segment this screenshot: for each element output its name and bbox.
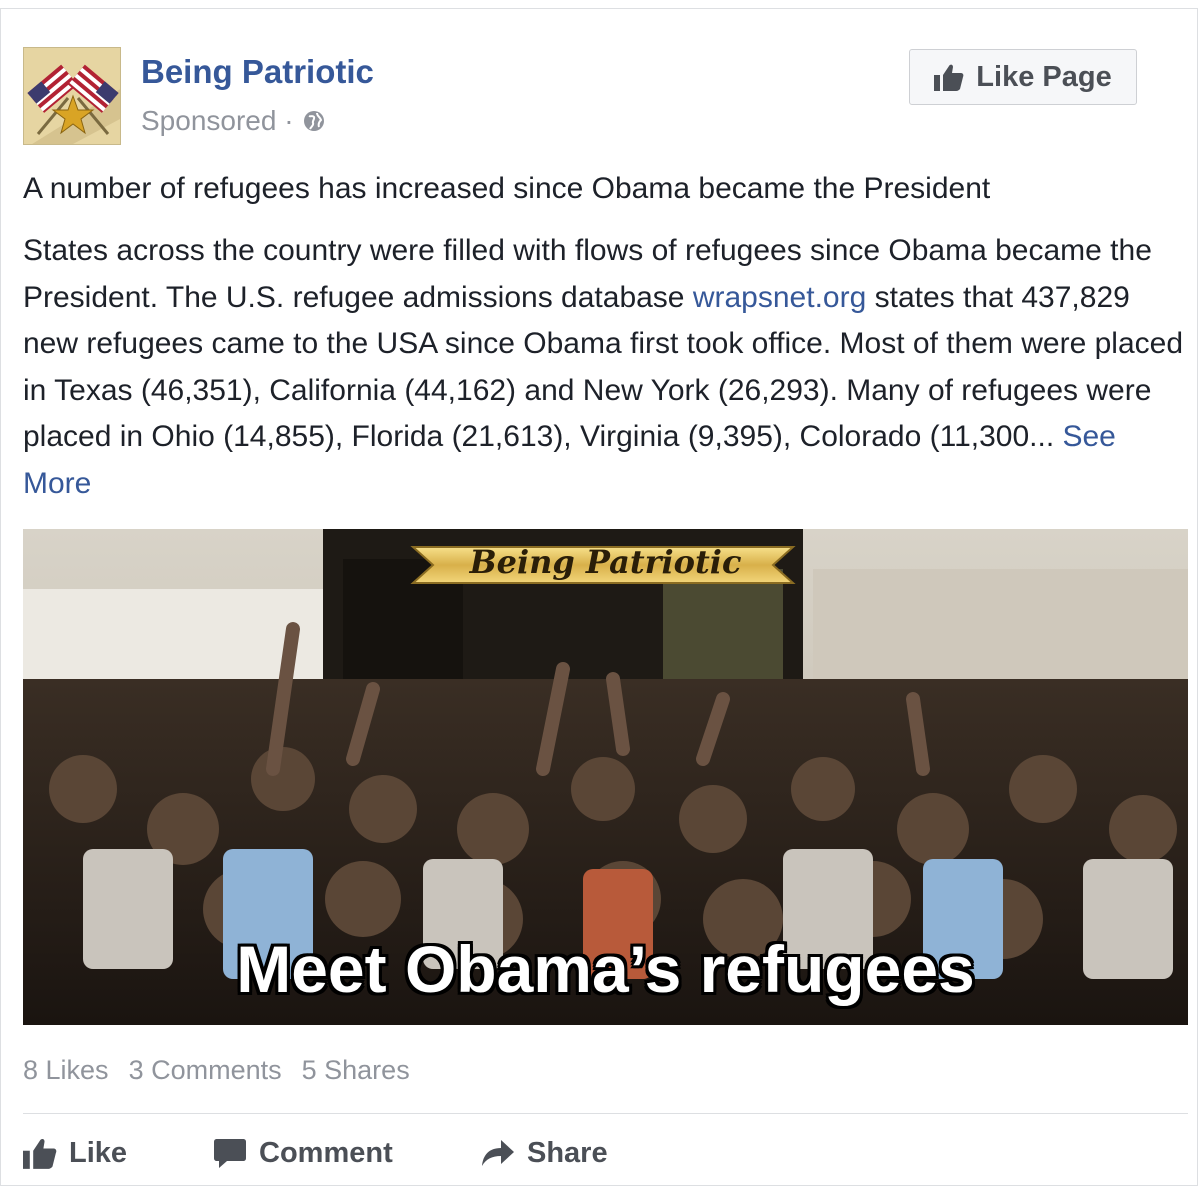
comment-button[interactable]: Comment xyxy=(213,1137,481,1170)
action-bar: Like Comment Share xyxy=(23,1129,608,1177)
engagement-stats: 8 Likes 3 Comments 5 Shares xyxy=(23,1055,410,1086)
image-banner-text: Being Patriotic xyxy=(469,543,742,581)
comment-label: Comment xyxy=(259,1136,393,1169)
like-button[interactable]: Like xyxy=(23,1137,213,1170)
share-label: Share xyxy=(527,1136,608,1169)
thumbs-up-icon xyxy=(23,1138,57,1169)
wrapsnet-link[interactable]: wrapsnet.org xyxy=(693,281,866,314)
like-label: Like xyxy=(69,1136,128,1169)
share-button[interactable]: Share xyxy=(481,1137,608,1170)
image-caption: Meet Obama’s refugees xyxy=(236,932,975,1006)
post-headline: A number of refugees has increased since… xyxy=(23,172,991,205)
page-avatar[interactable] xyxy=(23,47,121,145)
divider xyxy=(23,1113,1188,1114)
thumbs-up-icon xyxy=(934,64,964,91)
post-image[interactable]: Being Patriotic Meet Obama’s refugees xyxy=(23,529,1188,1025)
crossed-flags-star-icon xyxy=(24,48,120,144)
sponsored-label: Sponsored · xyxy=(141,105,326,137)
shares-count[interactable]: 5 Shares xyxy=(302,1055,410,1086)
globe-icon[interactable] xyxy=(302,109,326,133)
comments-count[interactable]: 3 Comments xyxy=(129,1055,282,1086)
share-arrow-icon xyxy=(482,1140,514,1166)
post-body: States across the country were filled wi… xyxy=(23,228,1183,507)
sponsored-text: Sponsored · xyxy=(141,105,294,136)
speech-bubble-icon xyxy=(214,1139,246,1168)
likes-count[interactable]: 8 Likes xyxy=(23,1055,109,1086)
like-page-label: Like Page xyxy=(976,60,1112,93)
sponsored-post-card: Being Patriotic Sponsored · Like Page A … xyxy=(0,8,1198,1186)
page-name-link[interactable]: Being Patriotic xyxy=(141,53,374,91)
like-page-button[interactable]: Like Page xyxy=(909,49,1137,105)
